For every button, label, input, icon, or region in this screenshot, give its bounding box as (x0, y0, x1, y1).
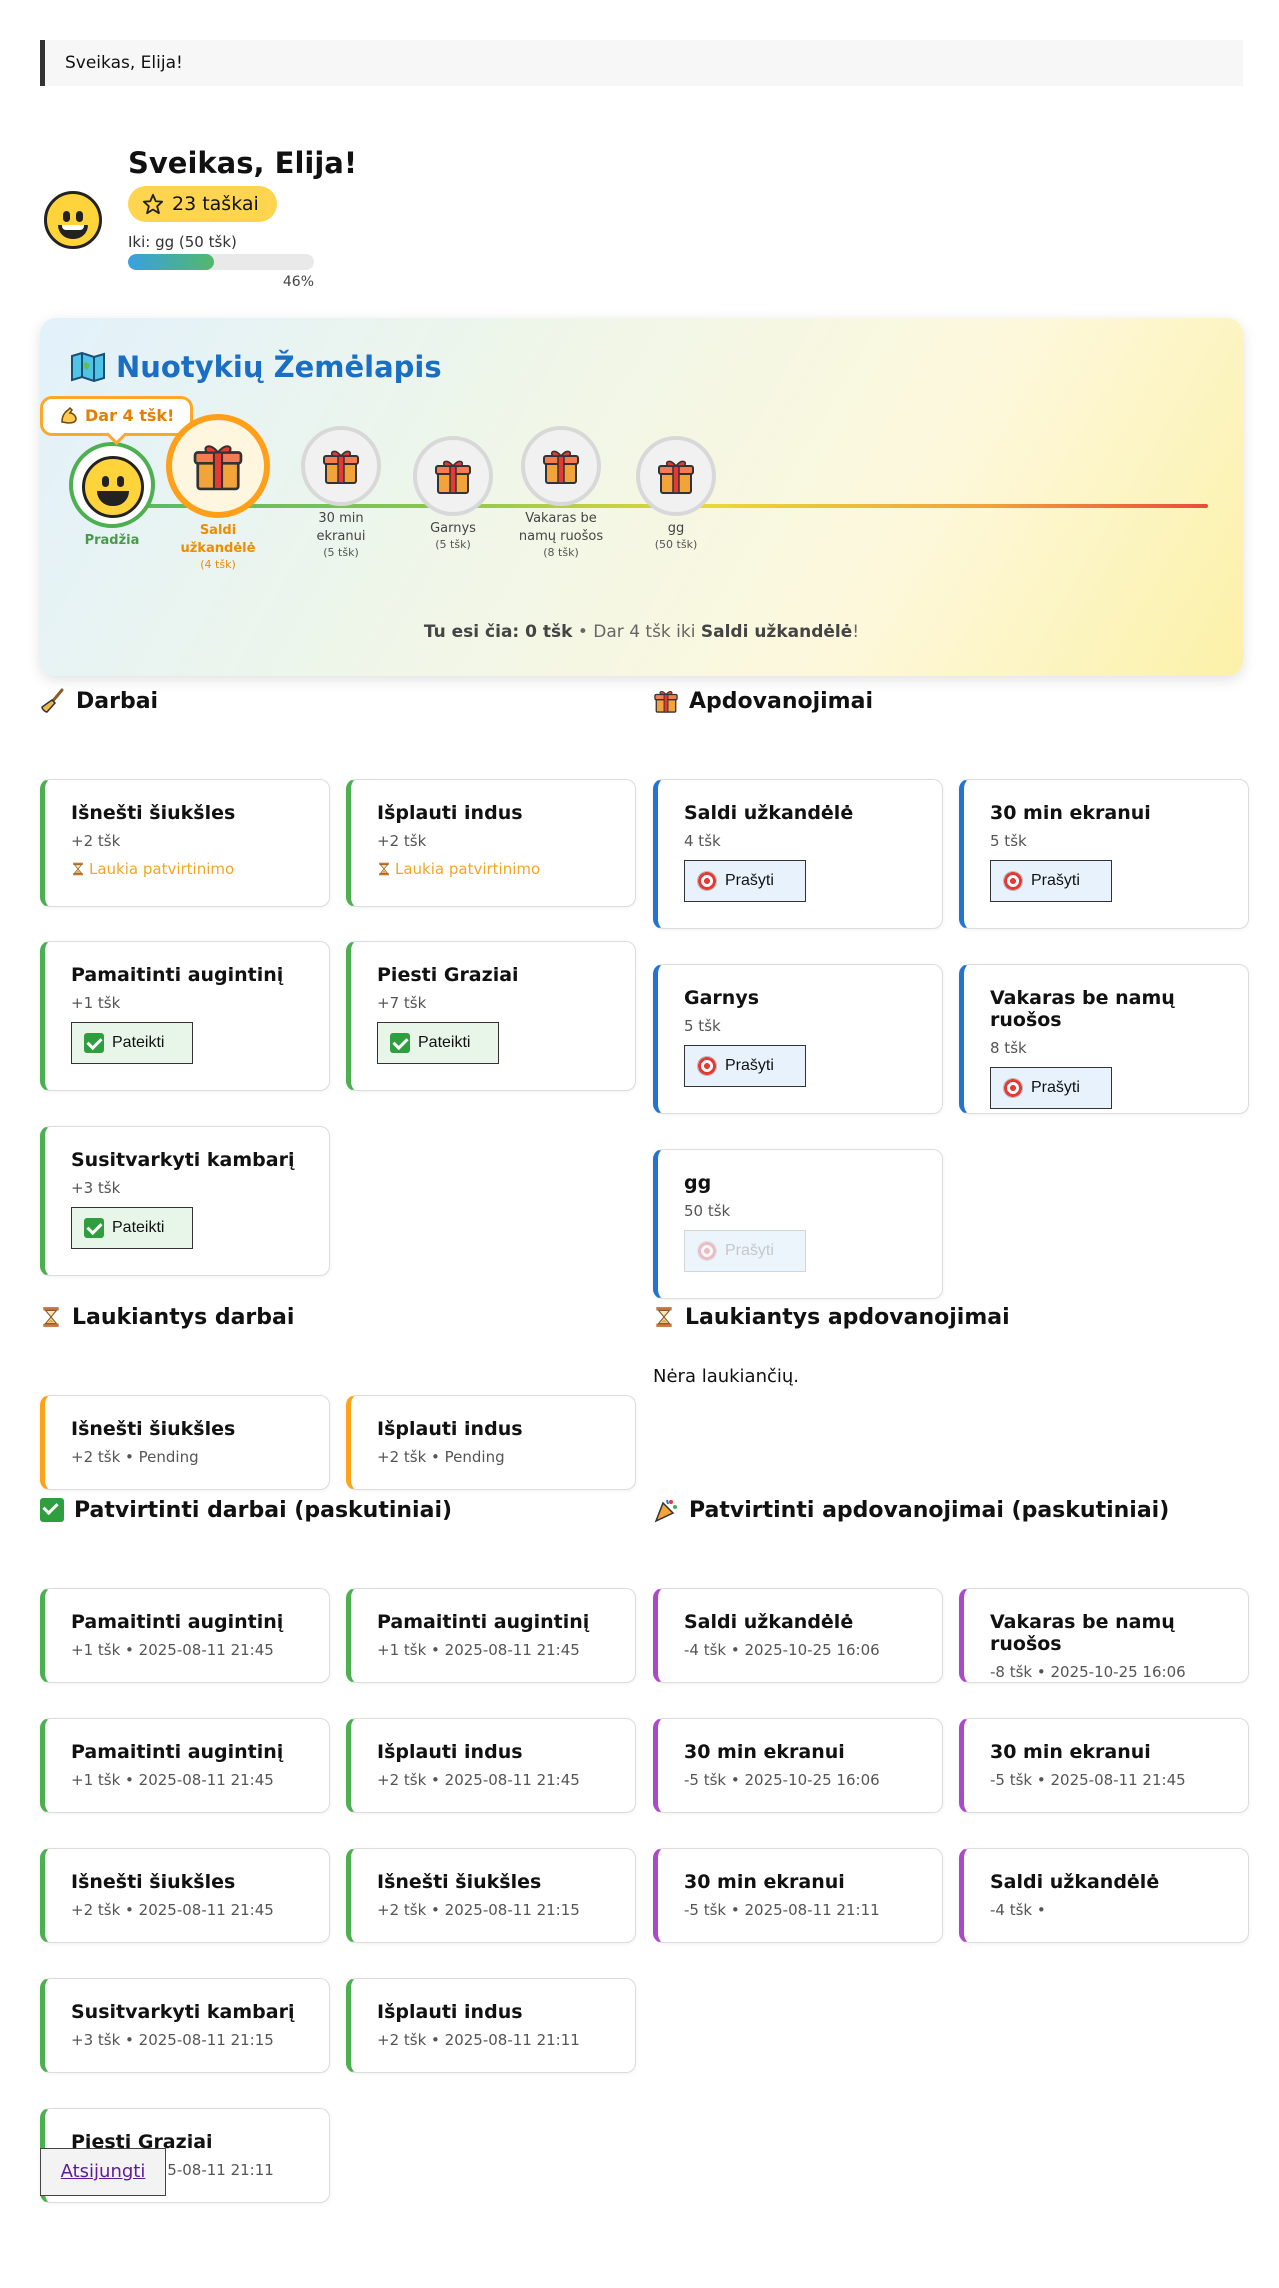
target-icon (697, 1241, 717, 1261)
history-card: Susitvarkyti kambarį +3 tšk • 2025-08-11 … (40, 1978, 330, 2073)
hourglass-icon (71, 861, 85, 877)
map-node-label: Pradžia (84, 533, 140, 548)
party-popper-icon (654, 1499, 677, 1523)
map-title: Nuotykių Žemėlapis (70, 350, 442, 384)
history-card: Pamaitinti augintinį +1 tšk • 2025-08-11 … (40, 1718, 330, 1813)
reward-card: gg 50 tšk Prašyti (653, 1149, 943, 1299)
points-text: 23 taškai (172, 193, 259, 215)
map-node-reward: Garnys (5 tšk) (405, 436, 501, 551)
map-status-line: Tu esi čia: 0 tšk • Dar 4 tšk iki Saldi … (423, 622, 860, 642)
submit-chore-button[interactable]: Pateikti (71, 1022, 193, 1064)
adventure-map: Nuotykių Žemėlapis Pradžia Dar 4 tšk! Sa… (40, 318, 1243, 676)
history-card: Išnešti šiukšles +2 tšk • 2025-08-11 21:1… (346, 1848, 636, 1943)
empty-message: Nėra laukiančių. (653, 1366, 800, 1387)
history-card: 30 min ekranui -5 tšk • 2025-08-11 21:45 (959, 1718, 1249, 1813)
rewards-title: Apdovanojimai (689, 688, 873, 714)
gift-icon (321, 446, 361, 486)
chore-card: Išnešti šiukšles +2 tšk Laukia patvirtin… (40, 779, 330, 907)
map-title-text: Nuotykių Žemėlapis (116, 350, 442, 384)
waiting-status: Laukia patvirtinimo (377, 860, 635, 878)
avatar (44, 191, 102, 249)
history-card: Pamaitinti augintinį +1 tšk • 2025-08-11 … (346, 1588, 636, 1683)
hourglass-icon (653, 1305, 675, 1329)
gift-icon (653, 688, 679, 714)
rewards-section: Apdovanojimai Saldi užkandėlė 4 tšk Praš… (653, 686, 1249, 1299)
reward-card: 30 min ekranui 5 tšk Prašyti (959, 779, 1249, 929)
approved-chores-section: Patvirtinti darbai (paskutiniai) Pamaiti… (40, 1495, 636, 2203)
goal-progress-fill (128, 254, 214, 270)
approved-rewards-section: Patvirtinti apdovanojimai (paskutiniai) … (653, 1495, 1249, 1943)
muscle-icon (61, 406, 77, 424)
reward-card: Vakaras be namų ruošos 8 tšk Prašyti (959, 964, 1249, 1114)
map-node-start: Pradžia (60, 442, 164, 550)
map-node-reward: 30 min ekranui (5 tšk) (293, 426, 389, 559)
history-card: Saldi užkandėlė -4 tšk • (959, 1848, 1249, 1943)
chore-card: Pamaitinti augintinį +1 tšk Pateikti (40, 941, 330, 1091)
hourglass-icon (377, 861, 391, 877)
pending-chores-section: Laukiantys darbai Išnešti šiukšles +2 tš… (40, 1302, 636, 1490)
checkmark-icon (84, 1033, 104, 1053)
history-card: Saldi užkandėlė -4 tšk • 2025-10-25 16:06 (653, 1588, 943, 1683)
target-icon (697, 1056, 717, 1076)
logout-link[interactable]: Atsijungti (40, 2148, 166, 2196)
pending-rewards-section: Laukiantys apdovanojimai Nėra laukiančių… (653, 1302, 1243, 1388)
greeting-banner: Sveikas, Elija! (40, 40, 1243, 86)
submit-chore-button[interactable]: Pateikti (71, 1207, 193, 1249)
goal-label: Iki: gg (50 tšk) (128, 233, 237, 251)
history-card: Vakaras be namų ruošos -8 tšk • 2025-10-2… (959, 1588, 1249, 1683)
waiting-status: Laukia patvirtinimo (71, 860, 329, 878)
request-reward-button[interactable]: Prašyti (684, 1045, 806, 1087)
checkmark-icon (84, 1218, 104, 1238)
gift-icon (541, 446, 581, 486)
request-reward-button[interactable]: Prašyti (684, 860, 806, 902)
avatar (82, 456, 144, 518)
history-card: Išplauti indus +2 tšk • 2025-08-11 21:45 (346, 1718, 636, 1813)
request-reward-button[interactable]: Prašyti (990, 860, 1112, 902)
request-reward-button[interactable]: Prašyti (990, 1067, 1112, 1109)
submit-chore-button[interactable]: Pateikti (377, 1022, 499, 1064)
profile-name: Sveikas, Elija! (128, 146, 358, 180)
map-node-reward: Vakaras be namų ruošos (8 tšk) (506, 426, 616, 559)
map-node-next-reward: Saldi užkandėlė (4 tšk) (164, 414, 272, 571)
chore-card: Piesti Graziai +7 tšk Pateikti (346, 941, 636, 1091)
gift-icon (656, 456, 696, 496)
target-icon (697, 871, 717, 891)
goal-progress-bar (128, 254, 314, 270)
history-card: Išnešti šiukšles +2 tšk • 2025-08-11 21:4… (40, 1848, 330, 1943)
hourglass-icon (40, 1305, 62, 1329)
history-card: 30 min ekranui -5 tšk • 2025-08-11 21:11 (653, 1848, 943, 1943)
map-node-reward: gg (50 tšk) (628, 436, 724, 551)
reward-card: Saldi užkandėlė 4 tšk Prašyti (653, 779, 943, 929)
goal-progress-percent: 46% (282, 274, 314, 290)
star-icon (142, 193, 164, 215)
history-card: Išplauti indus +2 tšk • 2025-08-11 21:11 (346, 1978, 636, 2073)
broom-icon (41, 688, 64, 713)
history-card: Pamaitinti augintinį +1 tšk • 2025-08-11 … (40, 1588, 330, 1683)
pending-chore-card: Išplauti indus +2 tšk • Pending (346, 1395, 636, 1490)
request-reward-button[interactable]: Prašyti (684, 1230, 806, 1272)
checkmark-icon (40, 1498, 64, 1522)
chore-card: Susitvarkyti kambarį +3 tšk Pateikti (40, 1126, 330, 1276)
chore-card: Išplauti indus +2 tšk Laukia patvirtinim… (346, 779, 636, 907)
profile-header: Sveikas, Elija! 23 taškai Iki: gg (50 tš… (40, 86, 1243, 290)
chores-title: Darbai (76, 688, 159, 714)
page-root: Sveikas, Elija! Sveikas, Elija! 23 taška… (40, 40, 1243, 676)
map-icon (71, 352, 105, 382)
gift-icon (433, 456, 473, 496)
gift-icon (191, 439, 245, 493)
pending-chore-card: Išnešti šiukšles +2 tšk • Pending (40, 1395, 330, 1490)
checkmark-icon (390, 1033, 410, 1053)
target-icon (1003, 1078, 1023, 1098)
reward-card: Garnys 5 tšk Prašyti (653, 964, 943, 1114)
target-icon (1003, 871, 1023, 891)
points-badge: 23 taškai (128, 186, 277, 222)
history-card: 30 min ekranui -5 tšk • 2025-10-25 16:06 (653, 1718, 943, 1813)
chores-section: Darbai Išnešti šiukšles +2 tšk Laukia pa… (40, 686, 636, 1276)
